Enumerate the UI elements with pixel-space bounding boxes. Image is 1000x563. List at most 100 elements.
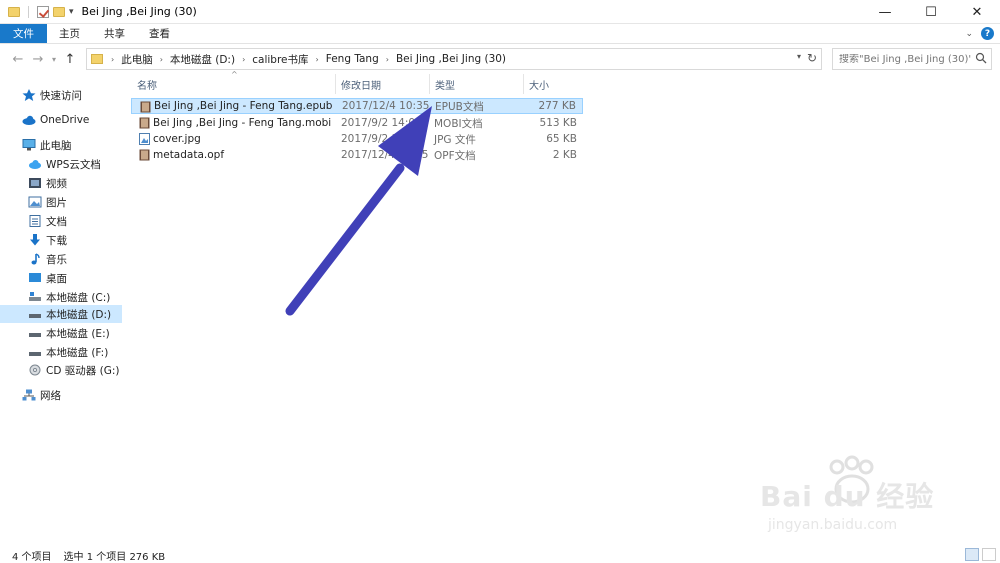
sidebar-item-onedrive[interactable]: OneDrive xyxy=(0,111,122,129)
sidebar-item-label: CD 驱动器 (G:) xyxy=(46,364,120,377)
file-name: cover.jpg xyxy=(153,133,201,145)
large-icons-view-button[interactable] xyxy=(982,548,996,561)
sidebar-item-documents[interactable]: 文档 xyxy=(0,212,122,230)
navigation-pane: 快速访问 OneDrive 此电脑 WPS云文档 视频 图片 文档 下载 音乐 … xyxy=(0,80,122,540)
column-header-name[interactable]: 名称 xyxy=(137,74,157,94)
sidebar-item-drive-e[interactable]: 本地磁盘 (E:) xyxy=(0,324,122,342)
cloud-doc-icon xyxy=(28,158,42,170)
tab-file[interactable]: 文件 xyxy=(0,24,47,43)
file-size: 65 KB xyxy=(546,133,577,145)
sidebar-item-quick-access[interactable]: 快速访问 xyxy=(0,86,122,104)
chevron-right-icon[interactable]: › xyxy=(386,55,389,64)
column-header-type[interactable]: 类型 xyxy=(435,74,455,94)
sidebar-item-wps-cloud[interactable]: WPS云文档 xyxy=(0,155,122,173)
address-bar[interactable]: › 此电脑 › 本地磁盘 (D:) › calibre书库 › Feng Tan… xyxy=(86,48,822,70)
sidebar-item-label: 下载 xyxy=(46,234,67,247)
breadcrumb-feng-tang[interactable]: Feng Tang xyxy=(326,53,379,65)
new-folder-icon[interactable] xyxy=(53,6,65,17)
chevron-right-icon[interactable]: › xyxy=(111,55,114,64)
watermark-url: jingyan.baidu.com xyxy=(768,517,898,533)
download-icon xyxy=(28,234,42,246)
sidebar-item-label: 视频 xyxy=(46,177,67,190)
sidebar-item-label: OneDrive xyxy=(40,114,90,126)
search-input[interactable] xyxy=(839,53,971,65)
selection-info: 选中 1 个项目 276 KB xyxy=(63,551,166,563)
tab-view[interactable]: 查看 xyxy=(137,24,182,43)
image-file-icon xyxy=(139,133,150,145)
chevron-right-icon[interactable]: › xyxy=(316,55,319,64)
drive-icon xyxy=(28,308,42,320)
drive-icon xyxy=(28,291,42,303)
sidebar-item-this-pc[interactable]: 此电脑 xyxy=(0,136,122,154)
refresh-icon[interactable]: ↻ xyxy=(807,51,817,65)
up-button[interactable]: ↑ xyxy=(60,52,80,67)
video-icon xyxy=(28,177,42,189)
recent-locations-chevron-icon[interactable]: ▾ xyxy=(48,55,60,64)
sidebar-item-drive-d[interactable]: 本地磁盘 (D:) xyxy=(0,305,122,323)
address-history-chevron-icon[interactable]: ▾ xyxy=(797,52,801,61)
chevron-right-icon[interactable]: › xyxy=(242,55,245,64)
file-row-epub[interactable]: Bei Jing ,Bei Jing - Feng Tang.epub 2017… xyxy=(131,98,583,114)
tab-share[interactable]: 共享 xyxy=(92,24,137,43)
sidebar-item-pictures[interactable]: 图片 xyxy=(0,193,122,211)
column-divider[interactable] xyxy=(335,74,336,94)
book-icon xyxy=(139,117,150,129)
forward-button[interactable]: → xyxy=(28,52,48,67)
column-header-size[interactable]: 大小 xyxy=(529,74,549,94)
breadcrumb-calibre[interactable]: calibre书库 xyxy=(252,52,308,67)
sidebar-item-drive-f[interactable]: 本地磁盘 (F:) xyxy=(0,343,122,361)
breadcrumb-drive-d[interactable]: 本地磁盘 (D:) xyxy=(170,52,235,67)
sidebar-item-drive-c[interactable]: 本地磁盘 (C:) xyxy=(0,288,122,306)
breadcrumb-this-pc[interactable]: 此电脑 xyxy=(121,52,153,67)
customize-toolbar-chevron-icon[interactable]: ▾ xyxy=(69,7,74,17)
sidebar-item-network[interactable]: 网络 xyxy=(0,386,122,404)
ribbon-tabs: 文件 主页 共享 查看 ⌄ ? xyxy=(0,24,1000,44)
file-row-mobi[interactable]: Bei Jing ,Bei Jing - Feng Tang.mobi 2017… xyxy=(131,115,583,131)
window-title: Bei Jing ,Bei Jing (30) xyxy=(81,5,197,18)
folder-icon[interactable] xyxy=(8,6,20,17)
properties-icon[interactable] xyxy=(37,5,49,18)
expand-ribbon-chevron-icon[interactable]: ⌄ xyxy=(965,29,973,39)
sidebar-item-label: 桌面 xyxy=(46,272,67,285)
column-divider[interactable] xyxy=(523,74,524,94)
search-box[interactable] xyxy=(832,48,992,70)
details-view-button[interactable] xyxy=(965,548,979,561)
minimize-button[interactable]: — xyxy=(862,0,908,24)
chevron-right-icon[interactable]: › xyxy=(160,55,163,64)
sidebar-item-desktop[interactable]: 桌面 xyxy=(0,269,122,287)
back-button[interactable]: ← xyxy=(8,52,28,67)
picture-icon xyxy=(28,196,42,208)
file-type: EPUB文档 xyxy=(435,100,484,113)
tab-home[interactable]: 主页 xyxy=(47,24,92,43)
breadcrumb-current-folder[interactable]: Bei Jing ,Bei Jing (30) xyxy=(396,53,506,65)
watermark: Bai du 经验 jingyan.baidu.com xyxy=(760,455,990,545)
file-row-cover[interactable]: cover.jpg 2017/9/2 14:00 JPG 文件 65 KB xyxy=(131,131,583,147)
title-bar: ▾ Bei Jing ,Bei Jing (30) — ☐ ✕ xyxy=(0,0,1000,24)
toolbar-divider xyxy=(28,5,29,18)
breadcrumb: › 此电脑 › 本地磁盘 (D:) › calibre书库 › Feng Tan… xyxy=(111,52,506,67)
sidebar-item-label: 本地磁盘 (E:) xyxy=(46,327,110,340)
drive-icon xyxy=(28,346,42,358)
sidebar-item-music[interactable]: 音乐 xyxy=(0,250,122,268)
cloud-icon xyxy=(22,114,36,126)
sidebar-item-downloads[interactable]: 下载 xyxy=(0,231,122,249)
item-count: 4 个项目 xyxy=(12,551,52,563)
maximize-button[interactable]: ☐ xyxy=(908,0,954,24)
close-button[interactable]: ✕ xyxy=(954,0,1000,24)
book-icon xyxy=(140,101,151,113)
help-icon[interactable]: ? xyxy=(981,27,994,40)
quick-access-toolbar: ▾ xyxy=(0,5,74,18)
file-size: 513 KB xyxy=(539,117,577,129)
column-header-date[interactable]: 修改日期 xyxy=(341,74,381,94)
sidebar-item-videos[interactable]: 视频 xyxy=(0,174,122,192)
sidebar-item-label: 快速访问 xyxy=(40,89,82,102)
file-type: MOBI文档 xyxy=(434,117,483,130)
network-icon xyxy=(22,389,36,401)
sidebar-item-label: 文档 xyxy=(46,215,67,228)
search-icon[interactable] xyxy=(975,52,987,64)
column-divider[interactable] xyxy=(429,74,430,94)
file-row-metadata[interactable]: metadata.opf 2017/12/4 10:35 OPF文档 2 KB xyxy=(131,147,583,163)
sidebar-item-label: 图片 xyxy=(46,196,67,209)
sidebar-item-cd-drive[interactable]: CD 驱动器 (G:) xyxy=(0,361,122,379)
status-bar: 4 个项目 选中 1 个项目 276 KB xyxy=(0,547,1000,563)
